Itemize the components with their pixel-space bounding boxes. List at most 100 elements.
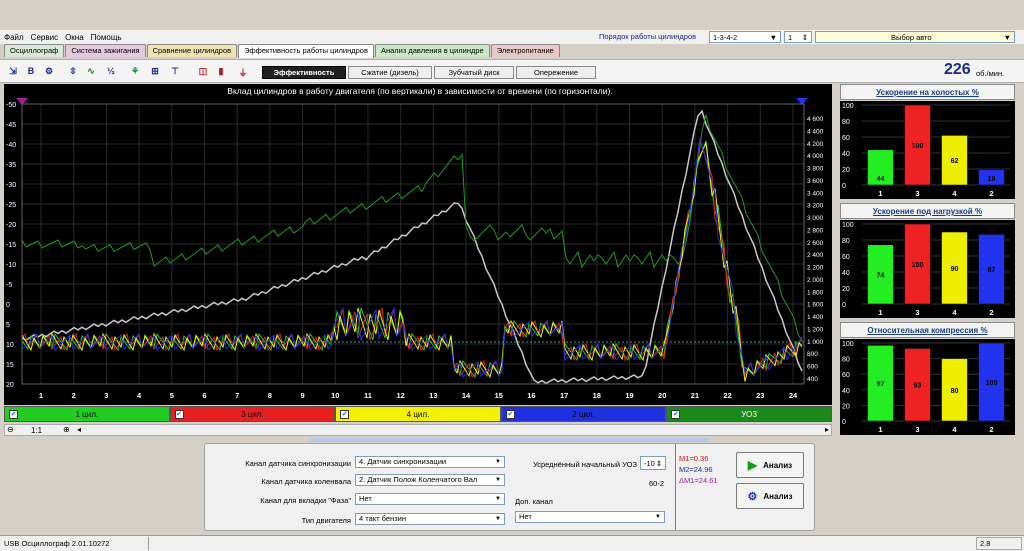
x-tick-label: 6 xyxy=(202,391,206,400)
panel-title-load-accel: Ускорение под нагрузкой % xyxy=(840,203,1015,219)
chart-903-icon[interactable]: ◫ xyxy=(196,66,210,77)
y2-tick-label: 2 000 xyxy=(807,277,824,284)
scale-icon[interactable]: ⇳ xyxy=(66,66,80,77)
y-tick-label: 0 xyxy=(6,302,10,309)
bar-axis-tick: 100 xyxy=(842,222,854,229)
cursor-icon[interactable]: ⇲ xyxy=(6,66,20,77)
x-tick-label: 2 xyxy=(72,391,76,400)
y2-tick-label: 4 000 xyxy=(807,153,824,160)
spin-arrows-icon: ⇕ xyxy=(801,32,808,42)
cylinder-toggle-1[interactable]: ✔ 1 цил. xyxy=(4,406,170,422)
uoz-spinner[interactable]: -10 ⇕ xyxy=(640,456,666,470)
cylinder-legend: ✔ 1 цил. ✔ 3 цил. ✔ 4 цил. ✔ 2 цил. ✔ УОЗ xyxy=(4,406,832,422)
efficiency-chart[interactable]: Вклад цилиндров в работу двигателя (по в… xyxy=(4,84,832,405)
y-tick-label: -5 xyxy=(6,282,12,289)
tab-cylinder-compare[interactable]: Сравнение цилиндров xyxy=(146,44,238,57)
tab-ignition[interactable]: Система зажигания xyxy=(65,44,146,57)
y2-tick-label: 1 400 xyxy=(807,314,824,321)
crank-channel-select[interactable]: 2. Датчик Полож Коленчатого Вал xyxy=(355,474,505,486)
y2-tick-label: 4 200 xyxy=(807,141,824,148)
cylinder-toggle-uoz[interactable]: ✔ УОЗ xyxy=(666,406,832,422)
bar-category-label: 1 xyxy=(878,308,882,317)
horizontal-scrollbar[interactable]: ⊖ 1:1 ⊕ ◂ ▸ xyxy=(4,424,832,436)
y2-tick-label: 3 600 xyxy=(807,178,824,185)
zoom-out-icon[interactable]: ⊖ xyxy=(7,425,14,434)
bar-chart-load-accel-svg: 100 80 60 40 20 0 74 1 100 3 90 4 87 2 xyxy=(842,222,1010,317)
x-tick-label: 9 xyxy=(300,391,304,400)
x-tick-label: 20 xyxy=(658,391,666,400)
main-tabs: Осциллограф Система зажигания Сравнение … xyxy=(4,44,561,58)
bar-category-label: 2 xyxy=(989,189,993,198)
batch-analyze-button[interactable]: ⚙ Анализ xyxy=(736,483,804,509)
bar-category-label: 4 xyxy=(952,308,957,317)
extra-channel-select[interactable]: Нет xyxy=(515,511,665,523)
tab-pressure-analysis[interactable]: Анализ давления в цилиндре xyxy=(374,44,490,57)
analyze-button[interactable]: ▶ Анализ xyxy=(736,452,804,478)
y2-tick-label: 2 400 xyxy=(807,252,824,259)
bar-axis-tick: 20 xyxy=(842,286,850,293)
menu-windows[interactable]: Окна xyxy=(61,33,87,42)
wave-icon[interactable]: ∿ xyxy=(84,66,98,77)
y2-tick-label: 3 200 xyxy=(807,203,824,210)
scroll-left-icon[interactable]: ◂ xyxy=(77,425,81,434)
x-tick-label: 22 xyxy=(723,391,731,400)
engine-type-select[interactable]: 4 такт бензин xyxy=(355,513,505,525)
cylinder-label: 3 цил. xyxy=(241,409,264,419)
cylinder-toggle-4[interactable]: ✔ 4 цил. xyxy=(335,406,501,422)
tab-oscilloscope[interactable]: Осциллограф xyxy=(4,44,65,57)
subtab-compression[interactable]: Сжатие (дизель) xyxy=(348,66,432,79)
splitter-handle[interactable] xyxy=(310,438,710,442)
x-tick-label: 3 xyxy=(104,391,108,400)
cylinder-label: УОЗ xyxy=(741,409,758,419)
scroll-right-icon[interactable]: ▸ xyxy=(825,425,829,434)
batch-analyze-button-label: Анализ xyxy=(763,491,793,501)
bar-value-label: 74 xyxy=(877,272,885,279)
menu-help[interactable]: Помощь xyxy=(87,33,125,42)
bold-b-icon[interactable]: B xyxy=(24,66,38,76)
chevron-down-icon: ▼ xyxy=(1003,32,1011,42)
auto-select[interactable]: Выбор авто ▼ xyxy=(815,31,1015,43)
bar-chart-idle-accel-svg: 100 80 60 40 20 0 44 1 100 3 62 4 19 2 xyxy=(842,103,1010,198)
firing-order-spinner[interactable]: 1 ⇕ xyxy=(784,31,812,43)
grid-icon[interactable]: ⊞ xyxy=(148,66,162,77)
y2-tick-label: 3 400 xyxy=(807,190,824,197)
x-tick-label: 15 xyxy=(495,391,503,400)
spinner-value: 1 xyxy=(788,32,793,42)
x-tick-label: 10 xyxy=(331,391,339,400)
sync-channel-select[interactable]: 4. Датчик синхронизации xyxy=(355,456,505,468)
subtab-toothed-disk[interactable]: Зубчатый диск xyxy=(434,66,514,79)
bar-chart-idle-accel: 100 80 60 40 20 0 44 1 100 3 62 4 19 2 xyxy=(840,101,1015,199)
marker-icon[interactable]: ⊤ xyxy=(168,66,182,77)
spin-arrows-icon: ⇕ xyxy=(655,458,662,468)
tab-cylinder-efficiency[interactable]: Эффективность работы цилиндров xyxy=(238,44,374,58)
menu-service[interactable]: Сервис xyxy=(27,33,61,42)
tree-icon[interactable]: ⚘ xyxy=(128,66,142,77)
delta-m-readout: ΔM1=24.61 xyxy=(679,476,718,485)
firing-order-select[interactable]: 1-3-4-2 ▼ xyxy=(709,31,781,43)
bar-axis-tick: 80 xyxy=(842,357,850,364)
bar-chart-icon[interactable]: ▮ xyxy=(214,66,228,77)
analyze-button-label: Анализ xyxy=(763,460,793,470)
cylinder-toggle-3[interactable]: ✔ 3 цил. xyxy=(169,406,336,422)
tab-power-supply[interactable]: Электропитание xyxy=(490,44,560,57)
divider xyxy=(675,444,676,530)
bar-axis-tick: 20 xyxy=(842,167,850,174)
y2-tick-label: 1 000 xyxy=(807,339,824,346)
x-tick-label: 16 xyxy=(527,391,535,400)
subtab-advance[interactable]: Опережение xyxy=(516,66,596,79)
y-tick-label: 5 xyxy=(6,322,10,329)
status-right: 2.8 xyxy=(976,537,1022,550)
cylinder-label: 2 цил. xyxy=(572,409,595,419)
menu-file[interactable]: Файл xyxy=(0,33,27,42)
algorithm-icon[interactable]: ½ xyxy=(104,66,118,76)
subtab-efficiency[interactable]: Эффективность xyxy=(262,66,346,79)
status-bar: USB Осциллограф 2.01.10272 2.8 xyxy=(0,535,1024,551)
zoom-in-icon[interactable]: ⊕ xyxy=(63,425,70,434)
bar-value-label: 100 xyxy=(986,380,998,387)
cylinder-toggle-2[interactable]: ✔ 2 цил. xyxy=(500,406,667,422)
phase-channel-select[interactable]: Нет xyxy=(355,493,505,505)
bar-category-label: 2 xyxy=(989,308,993,317)
filter-icon[interactable]: ⏚ xyxy=(236,66,250,79)
x-tick-label: 11 xyxy=(364,391,372,400)
settings-icon[interactable]: ⚙ xyxy=(42,66,56,77)
